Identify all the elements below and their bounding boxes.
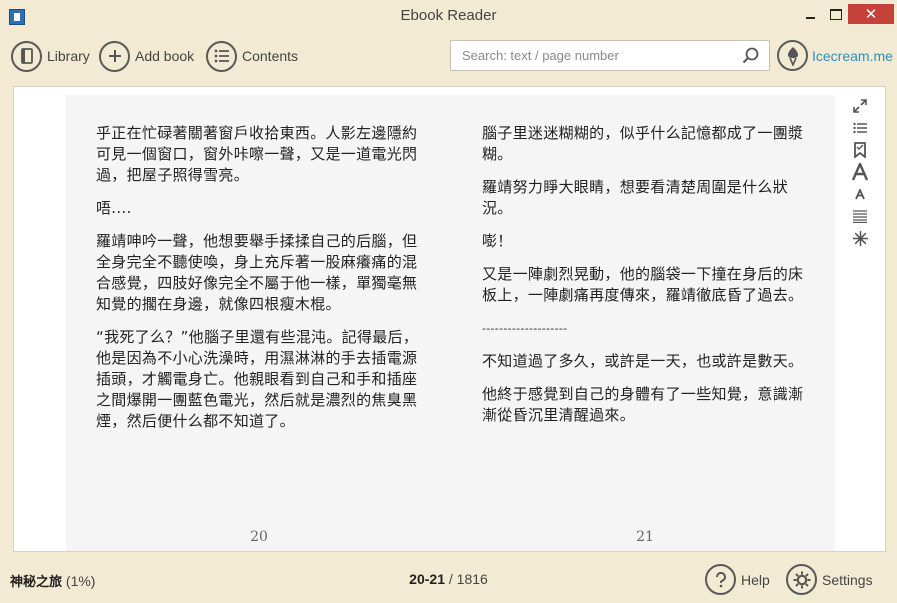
paragraph: 乎正在忙碌著關著窗戶收拾東西。人影左邊隱約可見一個窗口，窗外咔嚓一聲，又是一道電… bbox=[96, 124, 418, 184]
window-title: Ebook Reader bbox=[400, 7, 497, 24]
search-input[interactable] bbox=[451, 41, 731, 70]
search-box bbox=[450, 40, 770, 71]
close-button[interactable]: ✕ bbox=[848, 4, 894, 24]
paragraph: “我死了么？”他腦子里還有些混沌。記得最后，他是因為不小心洗澡時，用濕淋淋的手去… bbox=[96, 328, 419, 430]
left-page: 乎正在忙碌著關著窗戶收拾東西。人影左邊隱約可見一個窗口，窗外咔嚓一聲，又是一道電… bbox=[96, 95, 422, 551]
right-page-text: 腦子里迷迷糊糊的，似乎什么記憶都成了一團漿糊。 羅靖努力睜大眼睛，想要看清楚周圍… bbox=[482, 123, 808, 438]
help-icon bbox=[705, 564, 736, 595]
add-book-label: Add book bbox=[135, 48, 195, 64]
gear-icon bbox=[786, 564, 817, 595]
search-icon[interactable] bbox=[741, 46, 761, 66]
brand-link[interactable]: Icecream.me bbox=[812, 48, 893, 64]
add-book-button[interactable]: Add book bbox=[99, 40, 194, 72]
font-decrease-icon[interactable] bbox=[850, 183, 870, 205]
list-icon[interactable] bbox=[850, 117, 870, 139]
brand-logo-icon[interactable] bbox=[777, 40, 808, 71]
title-bar: Ebook Reader ✕ bbox=[0, 0, 897, 32]
maximize-button[interactable] bbox=[823, 4, 849, 24]
library-button[interactable]: Library bbox=[11, 40, 90, 72]
library-icon bbox=[11, 40, 42, 72]
paragraph: 腦子里迷迷糊糊的，似乎什么記憶都成了一團漿糊。 bbox=[482, 124, 804, 163]
list-icon bbox=[206, 40, 237, 72]
paragraph: 不知道過了多久，或許是一天，也或許是數天。 bbox=[482, 352, 804, 370]
reader-area: 乎正在忙碌著關著窗戶收拾東西。人影左邊隱約可見一個窗口，窗外咔嚓一聲，又是一道電… bbox=[13, 86, 886, 552]
paragraph: 羅靖努力睜大眼睛，想要看清楚周圍是什么狀況。 bbox=[482, 178, 789, 217]
plus-icon bbox=[99, 40, 130, 72]
total-pages: / 1816 bbox=[448, 571, 488, 587]
help-label: Help bbox=[741, 571, 770, 588]
paragraph: 他終于感覺到自己的身體有了一些知覺，意識漸漸從昏沉里清醒過來。 bbox=[482, 385, 804, 424]
justify-icon[interactable] bbox=[850, 205, 870, 227]
left-page-text: 乎正在忙碌著關著窗戶收拾東西。人影左邊隱約可見一個窗口，窗外咔嚓一聲，又是一道電… bbox=[96, 123, 422, 444]
right-page-number: 21 bbox=[636, 529, 654, 545]
paragraph: 羅靖呻吟一聲，他想要舉手揉揉自己的后腦，但全身完全不聽使喚，身上充斥著一股麻癢痛… bbox=[96, 232, 418, 313]
current-pages: 20-21 bbox=[409, 571, 445, 587]
settings-label: Settings bbox=[822, 571, 873, 588]
help-button[interactable]: Help bbox=[705, 564, 770, 595]
page-spread: 乎正在忙碌著關著窗戶收拾東西。人影左邊隱約可見一個窗口，窗外咔嚓一聲，又是一道電… bbox=[66, 95, 835, 551]
bookmark-icon[interactable] bbox=[850, 139, 870, 161]
paragraph: 又是一陣劇烈晃動，他的腦袋一下撞在身后的床板上，一陣劇痛再度傳來，羅靖徹底昏了過… bbox=[482, 265, 804, 304]
right-page: 腦子里迷迷糊糊的，似乎什么記憶都成了一團漿糊。 羅靖努力睜大眼睛，想要看清楚周圍… bbox=[482, 95, 808, 551]
settings-button[interactable]: Settings bbox=[786, 564, 873, 595]
contents-button[interactable]: Contents bbox=[206, 40, 298, 72]
fullscreen-icon[interactable] bbox=[850, 95, 870, 117]
separator-line: -------------------- bbox=[482, 322, 568, 335]
library-label: Library bbox=[47, 48, 90, 64]
font-increase-icon[interactable] bbox=[850, 161, 870, 183]
left-page-number: 20 bbox=[250, 529, 268, 545]
paragraph: 嘭！ bbox=[482, 232, 513, 250]
paragraph: 唔.... bbox=[96, 199, 132, 217]
minimize-button[interactable] bbox=[797, 4, 823, 24]
contents-label: Contents bbox=[242, 48, 299, 64]
side-toolbar bbox=[850, 95, 870, 249]
brightness-icon[interactable] bbox=[850, 227, 870, 249]
